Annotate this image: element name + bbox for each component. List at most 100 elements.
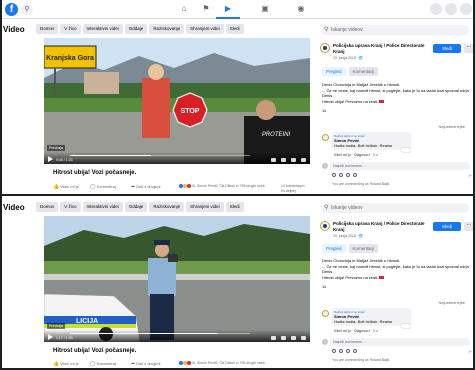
tab-comments[interactable]: Komentarji bbox=[349, 67, 379, 76]
video-player[interactable]: Kranjska Gora STOP PROTEINI Predvaja 0:4… bbox=[44, 38, 310, 164]
play-icon[interactable] bbox=[48, 334, 53, 340]
home-icon[interactable]: ⌂ bbox=[178, 4, 190, 14]
sort-dropdown[interactable]: Najustreznejše bbox=[439, 124, 465, 129]
description-line: ... Če ne veste, kaj naredil hitrost, si… bbox=[322, 88, 472, 99]
follow-button[interactable]: Sledi bbox=[433, 44, 461, 53]
red-car-icon bbox=[379, 276, 384, 279]
notifications-icon[interactable] bbox=[460, 3, 472, 15]
panel-tabs: Pregled Komentarji bbox=[322, 67, 378, 76]
video-search-input[interactable]: ⚲ Iskanje videov bbox=[321, 203, 469, 213]
page-avatar[interactable] bbox=[320, 221, 330, 231]
commenter-avatar[interactable] bbox=[322, 310, 329, 317]
watch-icon[interactable]: ▶ bbox=[222, 4, 234, 14]
frame-border-left bbox=[0, 0, 2, 370]
comment-text: Hudia hudia. Bolt hvibuh. Realno bbox=[334, 319, 408, 324]
comment-like-link[interactable]: Všeč mi je bbox=[334, 329, 351, 333]
pip-icon[interactable] bbox=[281, 336, 286, 340]
sticker-icon[interactable] bbox=[353, 349, 357, 353]
send-icon[interactable]: ➤ bbox=[468, 173, 472, 179]
reactions-summary[interactable]: Vi, Simon Pevtič, Čik Dikluk in 795 drug… bbox=[179, 361, 265, 365]
page-name[interactable]: Policijska uprava Kranj / Police Directo… bbox=[333, 43, 433, 54]
settings-icon[interactable] bbox=[271, 158, 276, 162]
camera-icon[interactable] bbox=[339, 349, 343, 353]
search-icon: ⚲ bbox=[324, 25, 328, 35]
sort-dropdown[interactable]: Najustreznejše bbox=[439, 300, 465, 305]
share-button[interactable]: ➦Deli z drugimi bbox=[131, 184, 160, 190]
comment-reaction-badge[interactable] bbox=[401, 324, 411, 328]
tab-following[interactable]: Sledi bbox=[226, 202, 244, 212]
reactions-summary[interactable]: Vi, Simon Pevtič, Čik Dikluk in 795 drug… bbox=[179, 184, 265, 188]
tab-live[interactable]: V živo bbox=[60, 24, 80, 34]
tab-overview[interactable]: Pregled bbox=[322, 67, 346, 76]
volume-icon[interactable] bbox=[301, 158, 306, 162]
progress-bar[interactable] bbox=[70, 155, 250, 156]
gif-icon[interactable] bbox=[346, 173, 350, 177]
sticker-icon[interactable] bbox=[353, 173, 357, 177]
page-avatar[interactable] bbox=[320, 43, 330, 53]
marketplace-icon[interactable]: ▣ bbox=[259, 4, 271, 14]
tab-home[interactable]: Domov bbox=[36, 202, 58, 212]
fullscreen-icon[interactable] bbox=[291, 336, 296, 340]
volume-icon[interactable] bbox=[301, 336, 306, 340]
tab-following[interactable]: Sledi bbox=[226, 24, 244, 34]
tab-shows[interactable]: Oddaje bbox=[125, 202, 148, 212]
emoji-icon[interactable] bbox=[332, 173, 336, 177]
playing-badge: Predvaja bbox=[47, 323, 65, 329]
video-search-input[interactable]: ⚲ Iskanje videov bbox=[321, 25, 469, 35]
tab-overview[interactable]: Pregled bbox=[322, 244, 346, 253]
gaming-icon[interactable]: ◉ bbox=[295, 4, 307, 14]
fullscreen-icon[interactable] bbox=[291, 158, 296, 162]
menu-icon[interactable] bbox=[430, 3, 442, 15]
tab-home[interactable]: Domov bbox=[36, 24, 58, 34]
comment-reply-link[interactable]: Odgovori bbox=[354, 153, 370, 157]
tab-saved[interactable]: Shranjeni videi bbox=[186, 202, 224, 212]
comment-actions: Všeč mi jeOdgovori3 d bbox=[334, 329, 378, 333]
camera-icon[interactable] bbox=[339, 173, 343, 177]
love-reaction-icon bbox=[187, 184, 191, 188]
commenter-avatar[interactable] bbox=[322, 134, 329, 141]
tab-interactive[interactable]: Interaktivni videi bbox=[83, 24, 123, 34]
video-player[interactable]: LICIJA Predvaja 1:17 / 1:33 bbox=[44, 216, 310, 342]
tab-interactive[interactable]: Interaktivni videi bbox=[83, 202, 123, 212]
tab-explore[interactable]: Raziskovanje bbox=[149, 24, 184, 34]
emoji-icon[interactable] bbox=[332, 349, 336, 353]
share-button[interactable]: ➦Deli z drugimi bbox=[131, 361, 160, 367]
flag-icon[interactable]: ⚑ bbox=[200, 4, 212, 14]
pip-icon[interactable] bbox=[281, 158, 286, 162]
comment-input[interactable]: Napiši komentar ... bbox=[330, 162, 470, 170]
progress-bar[interactable] bbox=[70, 333, 250, 334]
comment-composer: Napiši komentar ... ➤ bbox=[322, 162, 472, 171]
tab-saved[interactable]: Shranjeni videi bbox=[186, 24, 224, 34]
gif-icon[interactable] bbox=[346, 349, 350, 353]
facebook-logo-icon[interactable]: f bbox=[5, 3, 18, 16]
search-icon[interactable]: ⚲ bbox=[21, 4, 33, 15]
tab-live[interactable]: V živo bbox=[60, 202, 80, 212]
love-reaction-icon bbox=[187, 361, 191, 365]
follow-button[interactable]: Sledi bbox=[433, 222, 461, 231]
messenger-icon[interactable] bbox=[445, 3, 457, 15]
like-button[interactable]: 👍Všeč mi je bbox=[53, 361, 79, 367]
comment-composer: Napiši komentar ... ➤ bbox=[322, 338, 472, 347]
post-description: Denis Chonchija in Matjaž Jeseldk o hitr… bbox=[322, 258, 472, 290]
comment-reply-link[interactable]: Odgovori bbox=[354, 329, 370, 333]
comment-like-link[interactable]: Všeč mi je bbox=[334, 153, 351, 157]
share-label: Deli z drugimi bbox=[136, 361, 160, 366]
settings-icon[interactable] bbox=[271, 336, 276, 340]
tab-explore[interactable]: Raziskovanje bbox=[149, 202, 184, 212]
tab-comments[interactable]: Komentarji bbox=[349, 244, 379, 253]
shares-count[interactable]: 64 deljenj bbox=[281, 189, 296, 193]
comment-button[interactable]: ◯Komentiraj bbox=[90, 361, 116, 367]
comments-count[interactable]: 14 komentarjev bbox=[281, 184, 305, 188]
like-button[interactable]: 👍Všeč mi je bbox=[53, 184, 79, 190]
comment-reaction-badge[interactable] bbox=[401, 148, 411, 152]
video-controls: 0:45 / 1:33 bbox=[44, 152, 310, 164]
play-icon[interactable] bbox=[48, 156, 53, 162]
comment-input[interactable]: Napiši komentar ... bbox=[330, 338, 470, 346]
send-icon[interactable]: ➤ bbox=[468, 349, 472, 355]
tab-shows[interactable]: Oddaje bbox=[125, 24, 148, 34]
progress-fill bbox=[70, 155, 151, 156]
comment-button[interactable]: ◯Komentiraj bbox=[90, 184, 116, 190]
like-label: Všeč mi je bbox=[60, 184, 78, 189]
page-name[interactable]: Policijska uprava Kranj / Police Directo… bbox=[333, 221, 433, 232]
post-description: Denis Chonchija in Matjaž Jeseldk o hitr… bbox=[322, 82, 472, 114]
